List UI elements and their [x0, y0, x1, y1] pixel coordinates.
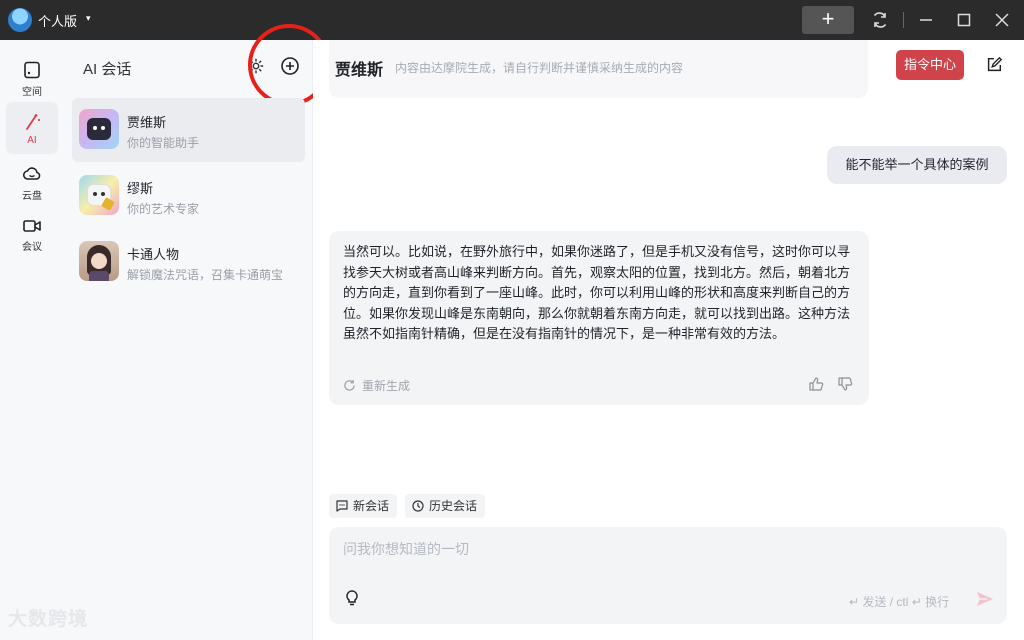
space-icon [24, 61, 40, 79]
history-chat-label: 历史会话 [429, 499, 478, 513]
close-icon[interactable] [992, 10, 1012, 30]
rail-item-meeting[interactable]: 会议 [6, 210, 58, 262]
ai-conversation-list: AI 会话 贾维斯 你的智能助手 缪斯 你的艺术专家 卡通人物 解锁魔法咒语，召… [65, 24, 330, 640]
history-chat-button[interactable]: 历史会话 [405, 494, 486, 518]
new-chat-label: 新会话 [353, 499, 390, 513]
assistant-message: 当然可以。比如说，在野外旅行中，如果你迷路了，但是手机又没有信号，这时你可以寻找… [329, 231, 869, 405]
sync-icon[interactable] [870, 10, 890, 30]
conversation-item-muse[interactable]: 缪斯 你的艺术专家 [72, 164, 305, 228]
conversation-name: 卡通人物 [127, 247, 180, 262]
refresh-icon [344, 379, 355, 391]
conversation-item-cartoon[interactable]: 卡通人物 解锁魔法咒语，召集卡通萌宝 [72, 230, 305, 294]
rail-item-space[interactable]: 空间 [6, 50, 58, 102]
video-icon [23, 220, 41, 232]
conversation-desc: 你的智能助手 [127, 136, 200, 150]
chat-title: 贾维斯 [335, 62, 384, 79]
rail-label-cloud: 云盘 [22, 191, 42, 202]
lightbulb-icon[interactable] [343, 589, 361, 607]
assistant-message-text: 当然可以。比如说，在野外旅行中，如果你迷路了，但是手机又没有信号，这时你可以寻找… [343, 244, 851, 341]
keyboard-hint: ↵ 发送 / ctl ↵ 换行 [849, 595, 950, 609]
jarvis-avatar [79, 109, 119, 149]
watermark-logo: 大数跨境 [8, 609, 89, 630]
conversation-name: 缪斯 [127, 181, 154, 196]
rail-label-meeting: 会议 [22, 242, 42, 253]
conversation-item-jarvis[interactable]: 贾维斯 你的智能助手 [72, 98, 305, 162]
command-center-button[interactable]: 指令中心 [896, 50, 964, 80]
minimize-icon[interactable] [916, 10, 936, 30]
history-icon [412, 500, 424, 512]
send-icon[interactable] [975, 589, 995, 609]
maximize-icon[interactable] [954, 10, 974, 30]
edit-icon[interactable] [985, 56, 1003, 74]
list-title: AI 会话 [83, 61, 132, 78]
account-switcher-label[interactable]: 个人版 [38, 11, 77, 30]
title-bar: 个人版 ▾ + [0, 0, 1024, 40]
chevron-down-icon[interactable]: ▾ [86, 13, 91, 24]
chat-bubble-icon [336, 500, 348, 512]
conversation-desc: 你的艺术专家 [127, 202, 200, 216]
cartoon-avatar [79, 241, 119, 281]
thumbs-down-icon[interactable] [837, 376, 853, 392]
muse-avatar [79, 175, 119, 215]
chat-header: 贾维斯 内容由达摩院生成，请自行判断并谨慎采纳生成的内容 指令中心 [313, 48, 1024, 84]
rail-item-ai[interactable]: AI [6, 102, 58, 154]
conversation-name: 贾维斯 [127, 115, 167, 130]
rail-item-cloud[interactable]: 云盘 [6, 154, 58, 206]
regenerate-button[interactable]: 重新生成 [343, 377, 410, 394]
message-composer: ↵ 发送 / ctl ↵ 换行 [329, 527, 1007, 624]
conversation-desc: 解锁魔法咒语，召集卡通萌宝 [127, 268, 284, 282]
cloud-icon [22, 167, 41, 180]
chat-disclaimer: 内容由达摩院生成，请自行判断并谨慎采纳生成的内容 [395, 61, 684, 75]
regenerate-label: 重新生成 [362, 379, 411, 393]
chat-panel: 贾维斯 内容由达摩院生成，请自行判断并谨慎采纳生成的内容 指令中心 能不能举一个… [313, 40, 1024, 640]
nav-rail: 空间 AI 云盘 会议 [0, 40, 65, 640]
new-tab-button[interactable]: + [802, 6, 854, 34]
user-avatar[interactable] [8, 8, 32, 32]
ai-wand-icon [26, 114, 40, 130]
rail-label-space: 空间 [22, 87, 42, 98]
titlebar-divider [903, 12, 904, 28]
new-chat-button[interactable]: 新会话 [329, 494, 398, 518]
user-message: 能不能举一个具体的案例 [827, 146, 1007, 184]
message-input[interactable] [343, 537, 983, 561]
thumbs-up-icon[interactable] [808, 376, 824, 392]
rail-label-ai: AI [27, 135, 37, 146]
